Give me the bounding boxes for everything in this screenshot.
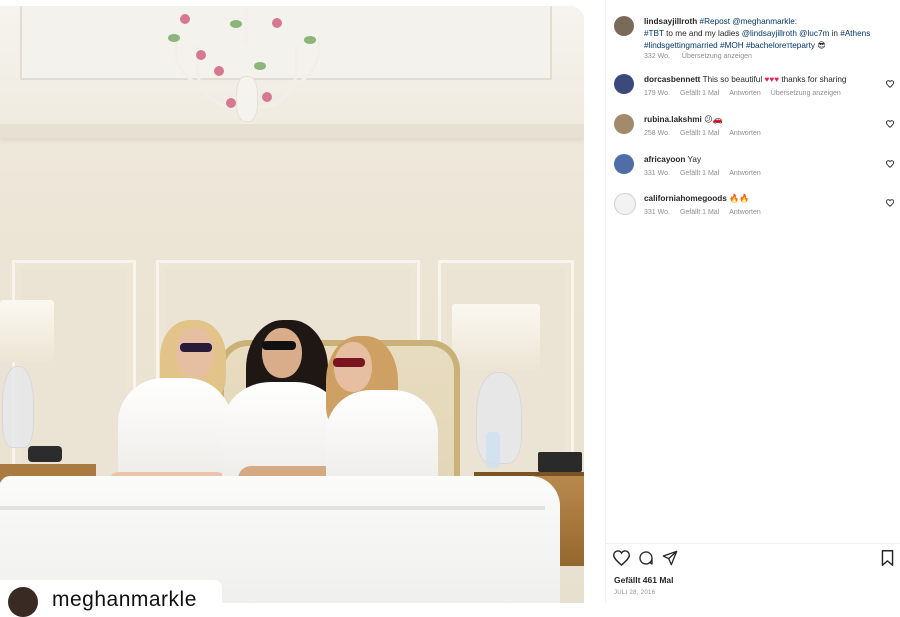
lamp-left-shade (0, 300, 54, 362)
comment-text: rubina.lakshmi 😕🚗 (644, 114, 880, 126)
tag-avatar[interactable] (8, 587, 38, 617)
comment-age: 331 Wo. (644, 170, 670, 177)
comment-emoji: 😕🚗 (704, 115, 723, 124)
caption-age: 332 Wo. (644, 53, 670, 60)
caption-meta: 332 Wo. Übersetzung anzeigen (644, 53, 762, 60)
lamp-left-base (2, 366, 34, 448)
clock-radio (538, 452, 582, 472)
comment-avatar[interactable] (614, 74, 634, 94)
bed-fold (0, 506, 545, 510)
comment-reply[interactable]: Antworten (729, 130, 761, 137)
cornice (0, 124, 584, 138)
caption-text: lindsayjillroth #Repost @meghanmarkle: #… (644, 16, 880, 52)
share-icon[interactable] (661, 550, 679, 568)
comment-meta: 331 Wo. Gefällt 1 Mal Antworten (644, 170, 781, 177)
comment-age: 179 Wo. (644, 90, 670, 97)
caption-text-part: in (829, 29, 841, 38)
caption-line-3: #lindsgettingmarried #MOH #bachelorетtep… (644, 41, 815, 50)
comment-age: 258 Wo. (644, 130, 670, 137)
comment-username[interactable]: rubina.lakshmi (644, 115, 702, 124)
caption-link[interactable]: #lindsgettingmarried (644, 41, 718, 50)
comment-avatar[interactable] (614, 193, 636, 215)
comment-icon[interactable] (637, 550, 655, 568)
bookmark-icon[interactable] (878, 550, 896, 568)
post-photo[interactable] (0, 6, 584, 603)
caption-text-part: to me and my ladies (663, 29, 742, 38)
water-bottle (486, 432, 500, 468)
caption-username[interactable]: lindsayjillroth (644, 17, 697, 26)
comment-item: rubina.lakshmi 😕🚗 258 Wo. Gefällt 1 Mal An… (614, 114, 894, 146)
comment-text: This so beautiful (702, 75, 763, 84)
comment-item: africayoon Yay 331 Wo. Gefällt 1 Mal Antwo… (614, 154, 894, 186)
comment-translate[interactable]: Übersetzung anzeigen (771, 90, 841, 97)
caption-link[interactable]: #TBT (644, 29, 664, 38)
post-date: JULI 28, 2016 (614, 590, 656, 596)
comment-emoji: 🔥🔥 (729, 194, 750, 203)
caption-link[interactable]: #MOH (720, 41, 744, 50)
caption-link[interactable]: @lindsayjillroth (742, 29, 797, 38)
caption: lindsayjillroth #Repost @meghanmarkle: #… (614, 16, 894, 66)
caption-link[interactable]: #bachelorетteparty (746, 41, 815, 50)
comment-item: californiahomegoods 🔥🔥 331 Wo. Gefällt 1 … (614, 193, 894, 225)
comment-like-heart-icon[interactable] (885, 199, 894, 208)
caption-link[interactable]: @meghanmarkle (732, 17, 794, 26)
comment-meta: 258 Wo. Gefällt 1 Mal Antworten (644, 130, 781, 137)
caption-line-1: #Repost @meghanmarkle: (700, 17, 798, 26)
comment-username[interactable]: africayoon (644, 155, 685, 164)
caption-text-part: : (794, 17, 798, 26)
comment-emoji: ♥♥♥ (764, 75, 780, 84)
comment-reply[interactable]: Antworten (729, 170, 761, 177)
caption-link[interactable]: @luc7m (799, 29, 829, 38)
comment-likes[interactable]: Gefällt 1 Mal (680, 209, 719, 216)
comment-age: 331 Wo. (644, 209, 670, 216)
caption-emoji: 😎 (817, 41, 826, 50)
caption-avatar[interactable] (614, 16, 634, 36)
comment-likes[interactable]: Gefällt 1 Mal (680, 130, 719, 137)
comment-username[interactable]: dorcasbennett (644, 75, 700, 84)
comment-reply[interactable]: Antworten (729, 209, 761, 216)
comment-like-heart-icon[interactable] (885, 80, 894, 89)
comment-like-heart-icon[interactable] (885, 160, 894, 169)
comment-meta: 179 Wo. Gefällt 1 Mal Antworten Übersetzung… (644, 90, 851, 97)
comment-meta: 331 Wo. Gefällt 1 Mal Antworten (644, 209, 781, 216)
comment-reply[interactable]: Antworten (729, 90, 761, 97)
lamp-right-shade (452, 304, 540, 370)
comment-text: africayoon Yay (644, 154, 880, 166)
likes-count[interactable]: Gefällt 461 Mal (614, 575, 674, 585)
comment-likes[interactable]: Gefällt 1 Mal (680, 90, 719, 97)
phone (28, 446, 62, 462)
comment-avatar[interactable] (614, 154, 634, 174)
tag-username[interactable]: meghanmarkle (52, 588, 197, 612)
comment-item: dorcasbennett This so beautiful ♥♥♥ than… (614, 74, 894, 106)
comment-text-after: thanks for sharing (781, 75, 847, 84)
comment-likes[interactable]: Gefällt 1 Mal (680, 170, 719, 177)
heart-icon[interactable] (612, 550, 630, 568)
comment-text: californiahomegoods 🔥🔥 (644, 193, 880, 205)
actions-divider (605, 543, 900, 544)
caption-line-2: #TBT to me and my ladies @lindsayjillrot… (644, 29, 870, 38)
comment-text: Yay (687, 155, 702, 164)
caption-link[interactable]: #Athens (840, 29, 870, 38)
comment-like-heart-icon[interactable] (885, 120, 894, 129)
comment-avatar[interactable] (614, 114, 634, 134)
comment-username[interactable]: californiahomegoods (644, 194, 727, 203)
caption-link[interactable]: #Repost (700, 17, 731, 26)
caption-translate[interactable]: Übersetzung anzeigen (682, 53, 752, 60)
comment-text: dorcasbennett This so beautiful ♥♥♥ than… (644, 74, 880, 86)
